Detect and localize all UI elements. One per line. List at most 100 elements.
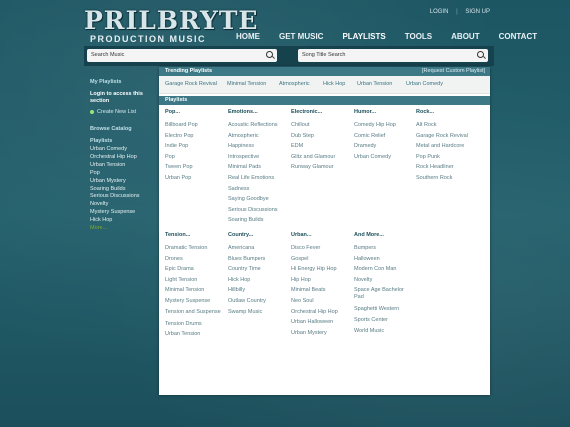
trending-item[interactable]: Minimal Tension	[227, 81, 266, 87]
signup-link[interactable]: SIGN UP	[465, 9, 490, 15]
playlist-link[interactable]: Saying Goodbye	[228, 194, 278, 205]
playlist-link[interactable]: Urban Comedy	[354, 152, 396, 163]
search-icon[interactable]	[266, 51, 273, 58]
playlist-link[interactable]: Space Age Bachelor Pad	[354, 287, 412, 301]
playlist-link[interactable]: Orchestral Hip Hop	[291, 307, 338, 318]
playlist-link[interactable]: Minimal Pads	[228, 162, 278, 173]
playlist-link[interactable]: Urban Halloween	[291, 317, 338, 328]
playlist-link[interactable]: Spaghetti Western	[354, 304, 412, 315]
playlist-link[interactable]: Minimal Tension	[165, 285, 223, 296]
create-new-list-link[interactable]: Create New List	[90, 109, 155, 115]
nav-get-music[interactable]: GET MUSIC	[279, 32, 323, 41]
trending-item[interactable]: Atmospheric	[279, 81, 310, 87]
playlist-link[interactable]: Alt Rock	[416, 120, 468, 131]
playlist-link[interactable]: Pop Punk	[416, 152, 468, 163]
playlist-link[interactable]: Metal and Hardcore	[416, 141, 468, 152]
search-music-input[interactable]: Search Music	[87, 49, 277, 62]
playlist-link[interactable]: Tension and Suspense	[165, 309, 223, 316]
nav-contact[interactable]: CONTACT	[499, 32, 538, 41]
playlist-link[interactable]: Drones	[165, 254, 223, 265]
browse-catalog-heading[interactable]: Browse Catalog	[90, 126, 155, 132]
trending-item[interactable]: Hick Hop	[323, 81, 345, 87]
sidebar-item[interactable]: Mystery Suspense	[90, 209, 155, 217]
main-nav: HOME GET MUSIC PLAYLISTS TOOLS ABOUT CON…	[236, 32, 556, 41]
playlist-link[interactable]: Happiness	[228, 141, 278, 152]
playlist-link[interactable]: Soaring Builds	[228, 215, 278, 226]
playlist-link[interactable]: Tension Drums	[165, 319, 223, 330]
sidebar-item[interactable]: Urban Mystery	[90, 178, 155, 186]
playlist-link[interactable]: Swamp Music	[228, 307, 266, 318]
playlist-link[interactable]: Pop	[165, 152, 198, 163]
playlist-column-pop: Pop... Billboard Pop Electro Pop Indie P…	[165, 109, 198, 184]
trending-item[interactable]: Urban Comedy	[406, 81, 443, 87]
playlist-link[interactable]: Urban Pop	[165, 173, 198, 184]
playlist-link[interactable]: Dramatic Tension	[165, 243, 223, 254]
playlist-link[interactable]: World Music	[354, 326, 412, 337]
playlist-link[interactable]: Epic Drama	[165, 264, 223, 275]
playlist-link[interactable]: Tween Pop	[165, 162, 198, 173]
sidebar-item[interactable]: Serious Discussions	[90, 193, 155, 201]
playlist-link[interactable]: Neo Soul	[291, 296, 338, 307]
sidebar-item[interactable]: Soaring Builds	[90, 186, 155, 194]
playlist-link[interactable]: Billboard Pop	[165, 120, 198, 131]
playlist-link[interactable]: Light Tension	[165, 275, 223, 286]
playlist-link[interactable]: Electro Pop	[165, 131, 198, 142]
song-title-search-input[interactable]: Song Title Search	[298, 49, 488, 62]
playlist-link[interactable]: Hick Hop	[228, 275, 266, 286]
nav-home[interactable]: HOME	[236, 32, 260, 41]
playlist-link[interactable]: Outlaw Country	[228, 296, 266, 307]
playlist-link[interactable]: Southern Rock	[416, 173, 468, 184]
playlist-link[interactable]: Mystery Suspense	[165, 296, 223, 307]
sidebar-item[interactable]: Pop	[90, 170, 155, 178]
playlist-link[interactable]: Sports Center	[354, 315, 412, 326]
playlist-link[interactable]: Country Time	[228, 264, 266, 275]
playlist-link[interactable]: Americana	[228, 243, 266, 254]
playlist-link[interactable]: Atmospheric	[228, 131, 278, 142]
trending-item[interactable]: Garage Rock Revival	[165, 81, 217, 87]
search-icon[interactable]	[477, 51, 484, 58]
sidebar-item[interactable]: Novelty	[90, 201, 155, 209]
nav-playlists[interactable]: PLAYLISTS	[342, 32, 385, 41]
nav-tools[interactable]: TOOLS	[405, 32, 432, 41]
trending-item[interactable]: Urban Tension	[357, 81, 392, 87]
playlist-link[interactable]: EDM	[291, 141, 335, 152]
login-notice[interactable]: Login to access this section	[90, 91, 155, 105]
playlist-link[interactable]: Blues Bumpers	[228, 254, 266, 265]
playlist-link[interactable]: Gospel	[291, 254, 338, 265]
sidebar-item[interactable]: Orchestral Hip Hop	[90, 154, 155, 162]
sidebar-more-link[interactable]: More...	[90, 225, 155, 233]
playlist-link[interactable]: Bumpers	[354, 243, 412, 254]
playlist-link[interactable]: Minimal Beats	[291, 285, 338, 296]
playlist-link[interactable]: Sadness	[228, 184, 278, 195]
playlist-link[interactable]: Hi Energy Hip Hop	[291, 264, 338, 275]
playlist-link[interactable]: Rock Headliner	[416, 162, 468, 173]
playlist-link[interactable]: Introspective	[228, 152, 278, 163]
sidebar-item[interactable]: Urban Tension	[90, 162, 155, 170]
playlist-link[interactable]: Comic Relief	[354, 131, 396, 142]
playlist-link[interactable]: Hillbilly	[228, 285, 266, 296]
playlist-link[interactable]: Comedy Hip Hop	[354, 120, 396, 131]
playlist-link[interactable]: Dramedy	[354, 141, 396, 152]
playlist-link[interactable]: Disco Fever	[291, 243, 338, 254]
playlist-link[interactable]: Acoustic Reflections	[228, 120, 278, 131]
playlist-link[interactable]: Runway Glamour	[291, 162, 335, 173]
playlist-link[interactable]: Urban Tension	[165, 329, 223, 340]
nav-about[interactable]: ABOUT	[451, 32, 479, 41]
sidebar-item[interactable]: Hick Hop	[90, 217, 155, 225]
playlist-link[interactable]: Indie Pop	[165, 141, 198, 152]
playlist-link[interactable]: Hip Hop	[291, 275, 338, 286]
playlist-link[interactable]: Glitz and Glamour	[291, 152, 335, 163]
login-link[interactable]: LOGIN	[430, 9, 449, 15]
playlist-link[interactable]: Modern Con Man	[354, 264, 412, 275]
playlist-link[interactable]: Novelty	[354, 275, 412, 286]
playlist-link[interactable]: Chillout	[291, 120, 335, 131]
playlist-link[interactable]: Dub Step	[291, 131, 335, 142]
sidebar-item[interactable]: Urban Comedy	[90, 146, 155, 154]
playlist-link[interactable]: Real Life Emotions	[228, 173, 278, 184]
request-custom-playlist-link[interactable]: [Request Custom Playlist]	[422, 67, 485, 76]
playlist-link[interactable]: Garage Rock Revival	[416, 131, 468, 142]
playlist-link[interactable]: Serious Discussions	[228, 205, 278, 216]
playlist-link[interactable]: Urban Mystery	[291, 328, 338, 339]
playlist-link[interactable]: Halloween	[354, 254, 412, 265]
site-logo[interactable]: PRILBRYTE PRODUCTION MUSIC	[84, 6, 258, 44]
